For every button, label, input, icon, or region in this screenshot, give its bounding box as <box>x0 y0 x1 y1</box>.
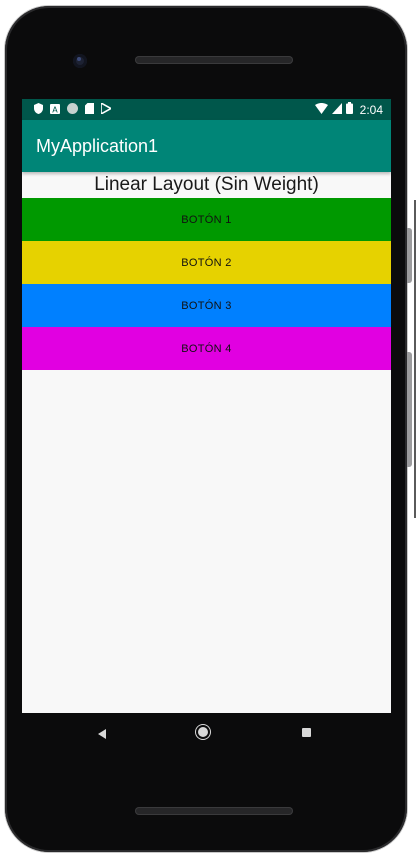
boton-1-button[interactable]: BOTÓN 1 <box>22 198 391 241</box>
a-icon: A <box>50 103 60 118</box>
battery-icon <box>345 102 353 117</box>
sd-card-icon <box>85 103 94 118</box>
back-icon[interactable] <box>98 729 106 739</box>
svg-text:A: A <box>52 105 58 114</box>
app-bar: MyApplication1 <box>22 120 391 172</box>
power-button <box>407 228 412 283</box>
circle-icon <box>67 103 78 118</box>
top-speaker <box>135 56 293 64</box>
shield-icon <box>34 103 43 118</box>
recents-icon[interactable] <box>302 728 311 737</box>
layout-heading: Linear Layout (Sin Weight) <box>94 174 319 195</box>
volume-button <box>407 352 412 467</box>
app-title: MyApplication1 <box>36 136 159 156</box>
signal-icon <box>331 102 342 117</box>
status-time: 2:04 <box>359 102 383 117</box>
wifi-icon <box>314 102 328 117</box>
boton-2-button[interactable]: BOTÓN 2 <box>22 241 391 284</box>
side-edge <box>414 200 416 518</box>
play-store-icon <box>100 101 113 118</box>
navigation-bar <box>22 713 391 753</box>
screen: A 2:04 MyApplication1 Linear Layout (Sin… <box>22 99 391 713</box>
boton-3-button[interactable]: BOTÓN 3 <box>22 284 391 327</box>
front-camera <box>73 54 87 68</box>
status-bar: A 2:04 <box>22 99 391 120</box>
boton-4-button[interactable]: BOTÓN 4 <box>22 327 391 370</box>
home-icon[interactable] <box>198 727 208 737</box>
bottom-speaker <box>135 807 293 815</box>
